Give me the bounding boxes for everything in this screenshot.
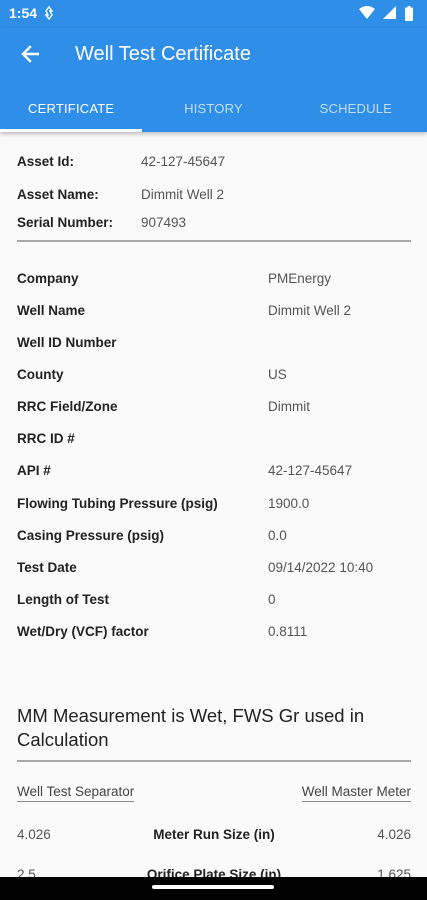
measurement-title: MM Measurement is Wet, FWS Gr used in Ca… [17,705,365,750]
tab-bar: CERTIFICATE HISTORY SCHEDULE [0,94,427,132]
notification-icon [44,5,54,25]
master-meter-value: 1.625 [377,867,411,877]
asset-name-value: Dimmit Well 2 [141,187,225,202]
status-time: 1:54 [9,5,38,21]
divider [17,240,411,242]
detail-label: Casing Pressure (psig) [17,528,165,543]
app-bar: Well Test Certificate CERTIFICATE HISTOR… [0,28,427,132]
status-icons [359,6,413,26]
cellular-icon [383,6,397,26]
detail-label: Wet/Dry (VCF) factor [17,624,149,639]
detail-value: Dimmit [268,399,310,414]
well-master-meter-header[interactable]: Well Master Meter [301,784,411,802]
divider [17,760,411,762]
asset-name-label: Asset Name: [17,187,99,202]
detail-label: Test Date [17,560,77,575]
arrow-left-icon [21,44,40,68]
detail-value: 09/14/2022 10:40 [268,560,374,575]
home-gesture-handle[interactable] [152,885,274,889]
detail-value: 42-127-45647 [268,463,353,478]
serial-number-value: 907493 [141,215,187,230]
status-bar: 1:54 [0,0,427,28]
detail-label: Well Name [17,303,86,318]
asset-id-value: 42-127-45647 [141,154,226,169]
detail-label: Length of Test [17,592,109,607]
tab-certificate[interactable]: CERTIFICATE [0,94,143,132]
detail-value: 0.0 [268,528,287,543]
detail-label: RRC ID # [17,431,75,446]
detail-value: Dimmit Well 2 [268,303,352,318]
detail-label: API # [17,463,51,478]
measurement-label: Meter Run Size (in) [153,827,275,842]
master-meter-value: 4.026 [377,827,411,842]
certificate-content[interactable]: Asset Id: 42-127-45647 Asset Name: Dimmi… [0,132,427,877]
detail-value: 0 [268,592,276,607]
battery-icon [405,6,413,26]
serial-number-label: Serial Number: [17,215,114,230]
page-title: Well Test Certificate [75,43,251,65]
detail-label: Flowing Tubing Pressure (psig) [17,496,218,511]
detail-value: 1900.0 [268,496,310,511]
separator-value: 4.026 [17,827,51,842]
tab-schedule[interactable]: SCHEDULE [285,94,427,132]
well-test-separator-header[interactable]: Well Test Separator [17,784,135,802]
detail-value: PMEnergy [268,271,332,286]
detail-label: County [17,367,64,382]
back-button[interactable] [14,40,46,72]
asset-id-label: Asset Id: [17,154,75,169]
detail-value: 0.8111 [268,624,308,639]
detail-label: Company [17,271,79,286]
wifi-icon [359,6,375,26]
detail-label: Well ID Number [17,335,117,350]
detail-label: RRC Field/Zone [17,399,118,414]
separator-value: 2.5 [17,867,36,877]
measurement-label: Orifice Plate Size (in) [146,867,282,877]
detail-value: US [268,367,287,382]
tab-history[interactable]: HISTORY [142,94,284,132]
system-nav-bar [0,877,427,900]
